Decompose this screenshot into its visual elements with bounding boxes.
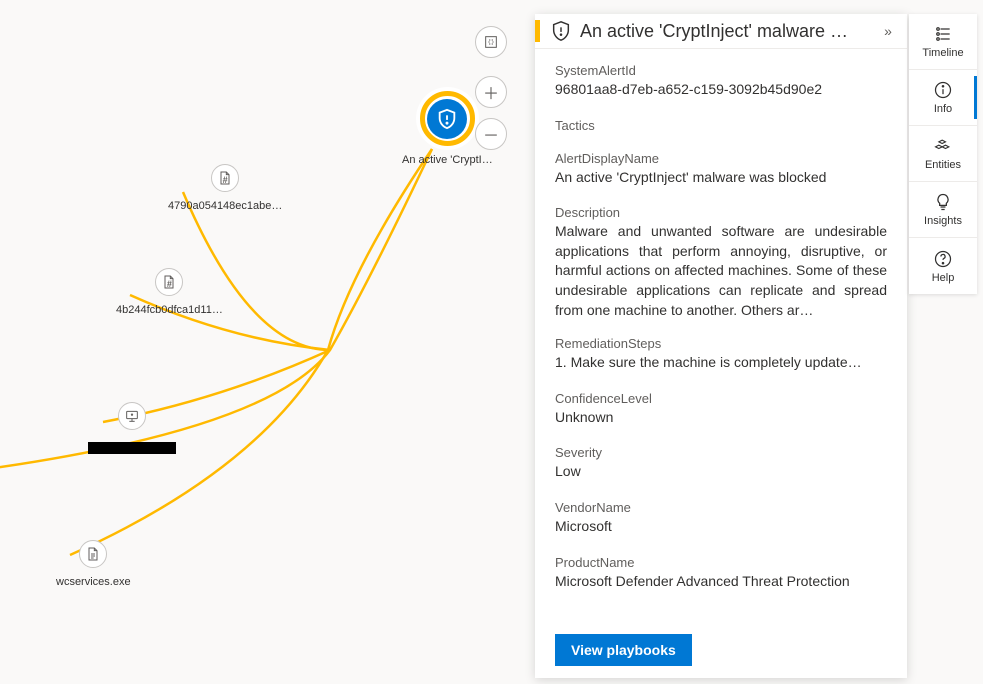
host-icon — [118, 402, 146, 430]
field-label: RemediationSteps — [555, 336, 887, 351]
field-value: Microsoft Defender Advanced Threat Prote… — [555, 572, 887, 592]
tab-insights[interactable]: Insights — [909, 182, 977, 238]
field-value: Microsoft — [555, 517, 887, 537]
field-label: Severity — [555, 445, 887, 460]
tab-label: Insights — [924, 215, 962, 227]
panel-body[interactable]: SystemAlertId 96801aa8-d7eb-a652-c159-309… — [535, 49, 907, 622]
side-tabs: Timeline Info Entities Insights Help — [909, 14, 977, 294]
zoom-in-button[interactable]: ＋ — [475, 76, 507, 108]
help-icon — [933, 249, 953, 269]
node-label: wcservices.exe — [56, 576, 131, 588]
field-label: ConfidenceLevel — [555, 391, 887, 406]
node-filehash-2[interactable]: # 4b244fcb0dfca1d11… — [116, 268, 223, 316]
filehash-icon: # — [155, 268, 183, 296]
node-label: 4b244fcb0dfca1d11… — [116, 304, 223, 316]
field-label: ProductName — [555, 555, 887, 570]
field-value: Unknown — [555, 408, 887, 428]
field-label: VendorName — [555, 500, 887, 515]
field-value: Malware and unwanted software are undesi… — [555, 222, 887, 318]
field-value: 96801aa8-d7eb-a652-c159-3092b45d90e2 — [555, 80, 887, 100]
details-panel: An active 'CryptInject' malware … » Syst… — [535, 14, 907, 678]
tab-label: Info — [934, 103, 952, 115]
field-label: Description — [555, 205, 887, 220]
field-value: An active 'CryptInject' malware was bloc… — [555, 168, 887, 188]
severity-stripe — [535, 20, 540, 42]
field-label: AlertDisplayName — [555, 151, 887, 166]
tab-label: Help — [932, 272, 955, 284]
field-label: SystemAlertId — [555, 63, 887, 78]
tab-help[interactable]: Help — [909, 238, 977, 294]
view-playbooks-button[interactable]: View playbooks — [555, 634, 692, 666]
node-filehash-1[interactable]: # 4790a054148ec1abe… — [168, 164, 282, 212]
node-label-redacted — [88, 442, 176, 454]
info-icon — [933, 80, 953, 100]
node-process[interactable]: wcservices.exe — [56, 540, 131, 588]
shield-alert-icon — [550, 20, 572, 42]
file-icon — [79, 540, 107, 568]
field-value: Low — [555, 462, 887, 482]
node-host[interactable] — [88, 402, 176, 454]
zoom-out-button[interactable]: － — [475, 118, 507, 150]
timeline-icon — [933, 24, 953, 44]
collapse-panel-button[interactable]: » — [877, 23, 899, 39]
tab-entities[interactable]: Entities — [909, 126, 977, 182]
filehash-icon: # — [211, 164, 239, 192]
tab-label: Entities — [925, 159, 961, 171]
field-value: 1. Make sure the machine is completely u… — [555, 353, 887, 373]
lightbulb-icon — [933, 192, 953, 212]
tab-timeline[interactable]: Timeline — [909, 14, 977, 70]
entities-icon — [933, 136, 953, 156]
tab-info[interactable]: Info — [909, 70, 977, 126]
tab-label: Timeline — [922, 47, 963, 59]
alert-node-label: An active 'CryptI… — [402, 154, 493, 166]
fit-to-screen-button[interactable] — [475, 26, 507, 58]
node-label: 4790a054148ec1abe… — [168, 200, 282, 212]
panel-title: An active 'CryptInject' malware … — [580, 21, 877, 42]
field-label: Tactics — [555, 118, 887, 133]
